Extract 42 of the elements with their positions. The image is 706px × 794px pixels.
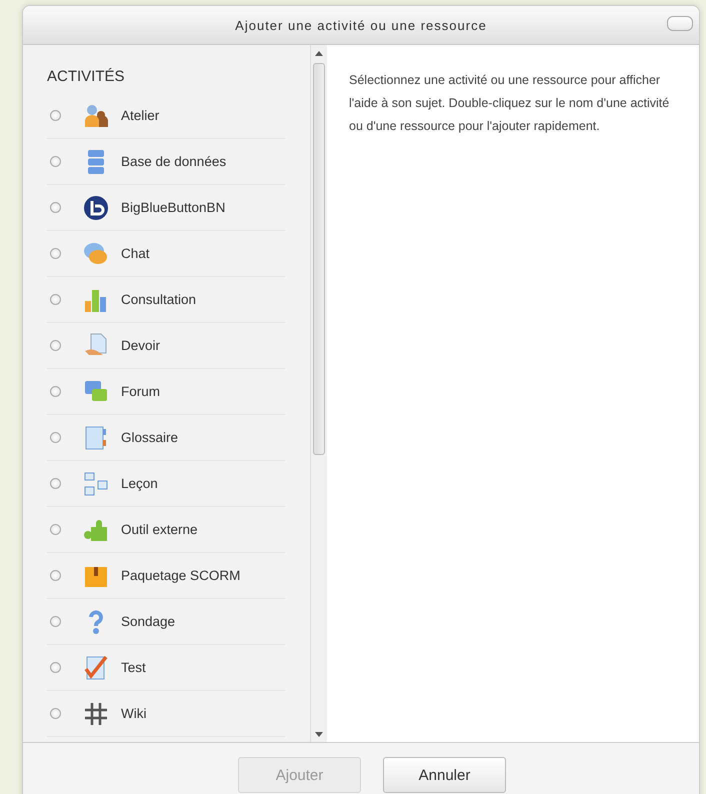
radio-button[interactable] [50, 478, 61, 489]
flowchart-icon [83, 470, 109, 496]
radio-button[interactable] [50, 294, 61, 305]
radio-button[interactable] [50, 432, 61, 443]
radio-button[interactable] [50, 524, 61, 535]
activity-label[interactable]: Paquetage SCORM [121, 568, 240, 583]
activity-label[interactable]: Outil externe [121, 522, 198, 537]
scroll-thumb[interactable] [312, 63, 325, 455]
people-icon [83, 102, 109, 128]
activity-label[interactable]: Consultation [121, 292, 196, 307]
wiki-icon [83, 700, 109, 726]
chat-bubbles-icon [83, 240, 109, 266]
close-button[interactable] [667, 16, 693, 31]
radio-button[interactable] [50, 570, 61, 581]
radio-button[interactable] [50, 110, 61, 121]
activity-label[interactable]: Leçon [121, 476, 158, 491]
activity-label[interactable]: Sondage [121, 614, 176, 629]
activity-label[interactable]: Test [121, 660, 146, 675]
activity-label[interactable]: Wiki [121, 706, 146, 721]
activity-label[interactable]: Devoir [121, 338, 160, 353]
activity-label[interactable]: Chat [121, 246, 150, 261]
activity-label[interactable]: Forum [121, 384, 160, 399]
radio-button[interactable] [50, 340, 61, 351]
activity-label[interactable]: Glossaire [121, 430, 178, 445]
list-heading: ACTIVITÉS [47, 67, 126, 87]
b-logo-icon [83, 194, 109, 220]
dialog-button[interactable]: Annuler [383, 757, 506, 793]
radio-button[interactable] [50, 386, 61, 397]
radio-button[interactable] [50, 708, 61, 719]
checkmark-document-icon [83, 654, 109, 680]
radio-button[interactable] [50, 248, 61, 259]
activity-label[interactable]: Base de données [121, 154, 226, 169]
help-text: Sélectionnez une activité ou une ressource pour afficher l'aide à son sujet. Double-cliquez sur le nom d'une activité ou d'une ressource pour l'ajouter rapidement. [349, 72, 670, 135]
activity-label[interactable]: BigBlueButtonBN [121, 200, 226, 215]
radio-button[interactable] [50, 202, 61, 213]
radio-button[interactable] [50, 662, 61, 673]
radio-button[interactable] [50, 616, 61, 627]
scrollbar[interactable] [310, 45, 327, 742]
glossary-icon [83, 424, 109, 450]
dialog-title: Ajouter une activité ou une ressource [235, 18, 487, 32]
activity-label[interactable]: Atelier [121, 108, 160, 123]
radio-button[interactable] [50, 156, 61, 167]
